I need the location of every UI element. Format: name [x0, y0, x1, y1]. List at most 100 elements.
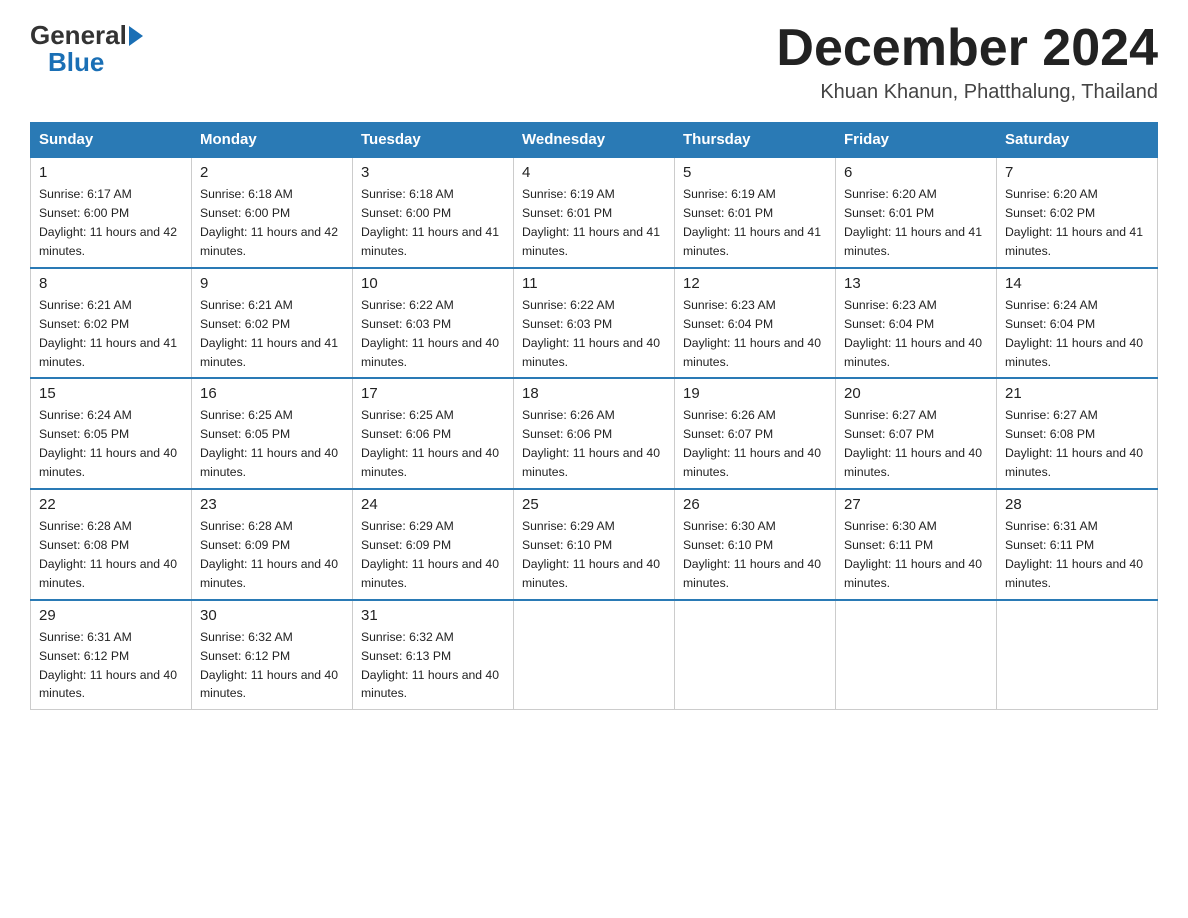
day-number: 4	[522, 164, 666, 181]
day-info: Sunrise: 6:31 AMSunset: 6:11 PMDaylight:…	[1005, 517, 1149, 593]
day-info: Sunrise: 6:25 AMSunset: 6:06 PMDaylight:…	[361, 406, 505, 482]
day-number: 9	[200, 275, 344, 292]
day-number: 15	[39, 385, 183, 402]
calendar-cell: 15 Sunrise: 6:24 AMSunset: 6:05 PMDayligh…	[31, 378, 192, 489]
day-info: Sunrise: 6:29 AMSunset: 6:09 PMDaylight:…	[361, 517, 505, 593]
calendar-cell: 16Sunrise: 6:25 AMSunset: 6:05 PMDayligh…	[192, 378, 353, 489]
day-number: 10	[361, 275, 505, 292]
day-info: Sunrise: 6:31 AMSunset: 6:12 PMDaylight:…	[39, 628, 183, 704]
day-info: Sunrise: 6:27 AMSunset: 6:08 PMDaylight:…	[1005, 406, 1149, 482]
day-info: Sunrise: 6:22 AMSunset: 6:03 PMDaylight:…	[361, 296, 505, 372]
day-info: Sunrise: 6:32 AMSunset: 6:12 PMDaylight:…	[200, 628, 344, 704]
day-info: Sunrise: 6:30 AMSunset: 6:11 PMDaylight:…	[844, 517, 988, 593]
day-number: 3	[361, 164, 505, 181]
calendar-cell: 22Sunrise: 6:28 AMSunset: 6:08 PMDayligh…	[31, 489, 192, 600]
calendar-cell: 10 Sunrise: 6:22 AMSunset: 6:03 PMDayligh…	[353, 268, 514, 379]
day-number: 2	[200, 164, 344, 181]
calendar-week-row: 15 Sunrise: 6:24 AMSunset: 6:05 PMDayligh…	[31, 378, 1158, 489]
calendar-cell: 24Sunrise: 6:29 AMSunset: 6:09 PMDayligh…	[353, 489, 514, 600]
calendar-header-tuesday: Tuesday	[353, 123, 514, 158]
calendar-cell	[675, 600, 836, 710]
day-info: Sunrise: 6:20 AMSunset: 6:01 PMDaylight:…	[844, 185, 988, 261]
day-info: Sunrise: 6:19 AMSunset: 6:01 PMDaylight:…	[683, 185, 827, 261]
day-info: Sunrise: 6:17 AMSunset: 6:00 PMDaylight:…	[39, 185, 183, 261]
day-info: Sunrise: 6:23 AMSunset: 6:04 PMDaylight:…	[844, 296, 988, 372]
calendar-header-friday: Friday	[836, 123, 997, 158]
day-info: Sunrise: 6:24 AMSunset: 6:04 PMDaylight:…	[1005, 296, 1149, 372]
day-number: 13	[844, 275, 988, 292]
day-info: Sunrise: 6:24 AMSunset: 6:05 PMDaylight:…	[39, 406, 183, 482]
logo: General Blue	[30, 20, 143, 78]
calendar-cell	[997, 600, 1158, 710]
calendar-header-sunday: Sunday	[31, 123, 192, 158]
calendar-table: SundayMondayTuesdayWednesdayThursdayFrid…	[30, 122, 1158, 710]
calendar-cell: 8 Sunrise: 6:21 AMSunset: 6:02 PMDaylight…	[31, 268, 192, 379]
calendar-cell: 12Sunrise: 6:23 AMSunset: 6:04 PMDayligh…	[675, 268, 836, 379]
month-title: December 2024	[776, 20, 1158, 77]
day-number: 28	[1005, 496, 1149, 513]
calendar-cell: 31Sunrise: 6:32 AMSunset: 6:13 PMDayligh…	[353, 600, 514, 710]
calendar-cell	[514, 600, 675, 710]
day-number: 20	[844, 385, 988, 402]
day-number: 14	[1005, 275, 1149, 292]
day-number: 23	[200, 496, 344, 513]
day-number: 30	[200, 607, 344, 624]
day-number: 25	[522, 496, 666, 513]
calendar-cell	[836, 600, 997, 710]
title-section: December 2024 Khuan Khanun, Phatthalung,…	[776, 20, 1158, 104]
calendar-week-row: 1Sunrise: 6:17 AMSunset: 6:00 PMDaylight…	[31, 157, 1158, 268]
calendar-cell: 23 Sunrise: 6:28 AMSunset: 6:09 PMDayligh…	[192, 489, 353, 600]
day-number: 6	[844, 164, 988, 181]
calendar-header-wednesday: Wednesday	[514, 123, 675, 158]
day-number: 7	[1005, 164, 1149, 181]
calendar-cell: 27 Sunrise: 6:30 AMSunset: 6:11 PMDayligh…	[836, 489, 997, 600]
calendar-cell: 26Sunrise: 6:30 AMSunset: 6:10 PMDayligh…	[675, 489, 836, 600]
calendar-cell: 30 Sunrise: 6:32 AMSunset: 6:12 PMDayligh…	[192, 600, 353, 710]
calendar-cell: 17 Sunrise: 6:25 AMSunset: 6:06 PMDayligh…	[353, 378, 514, 489]
day-number: 18	[522, 385, 666, 402]
day-number: 29	[39, 607, 183, 624]
day-number: 5	[683, 164, 827, 181]
location-subtitle: Khuan Khanun, Phatthalung, Thailand	[776, 81, 1158, 104]
day-info: Sunrise: 6:20 AMSunset: 6:02 PMDaylight:…	[1005, 185, 1149, 261]
calendar-header-row: SundayMondayTuesdayWednesdayThursdayFrid…	[31, 123, 1158, 158]
calendar-cell: 18Sunrise: 6:26 AMSunset: 6:06 PMDayligh…	[514, 378, 675, 489]
calendar-cell: 6 Sunrise: 6:20 AMSunset: 6:01 PMDaylight…	[836, 157, 997, 268]
day-info: Sunrise: 6:21 AMSunset: 6:02 PMDaylight:…	[200, 296, 344, 372]
day-number: 19	[683, 385, 827, 402]
calendar-cell: 28 Sunrise: 6:31 AMSunset: 6:11 PMDayligh…	[997, 489, 1158, 600]
day-info: Sunrise: 6:18 AMSunset: 6:00 PMDaylight:…	[361, 185, 505, 261]
day-number: 27	[844, 496, 988, 513]
calendar-cell: 1Sunrise: 6:17 AMSunset: 6:00 PMDaylight…	[31, 157, 192, 268]
day-info: Sunrise: 6:18 AMSunset: 6:00 PMDaylight:…	[200, 185, 344, 261]
calendar-cell: 20 Sunrise: 6:27 AMSunset: 6:07 PMDayligh…	[836, 378, 997, 489]
calendar-cell: 3 Sunrise: 6:18 AMSunset: 6:00 PMDaylight…	[353, 157, 514, 268]
calendar-cell: 21 Sunrise: 6:27 AMSunset: 6:08 PMDayligh…	[997, 378, 1158, 489]
day-number: 17	[361, 385, 505, 402]
calendar-header-monday: Monday	[192, 123, 353, 158]
logo-blue-text: Blue	[48, 47, 104, 78]
calendar-cell: 29 Sunrise: 6:31 AMSunset: 6:12 PMDayligh…	[31, 600, 192, 710]
day-number: 8	[39, 275, 183, 292]
calendar-cell: 2 Sunrise: 6:18 AMSunset: 6:00 PMDaylight…	[192, 157, 353, 268]
day-number: 16	[200, 385, 344, 402]
day-info: Sunrise: 6:21 AMSunset: 6:02 PMDaylight:…	[39, 296, 183, 372]
day-info: Sunrise: 6:28 AMSunset: 6:08 PMDaylight:…	[39, 517, 183, 593]
calendar-cell: 13 Sunrise: 6:23 AMSunset: 6:04 PMDayligh…	[836, 268, 997, 379]
day-info: Sunrise: 6:28 AMSunset: 6:09 PMDaylight:…	[200, 517, 344, 593]
calendar-cell: 4 Sunrise: 6:19 AMSunset: 6:01 PMDaylight…	[514, 157, 675, 268]
day-info: Sunrise: 6:26 AMSunset: 6:07 PMDaylight:…	[683, 406, 827, 482]
day-number: 26	[683, 496, 827, 513]
day-number: 31	[361, 607, 505, 624]
calendar-cell: 11Sunrise: 6:22 AMSunset: 6:03 PMDayligh…	[514, 268, 675, 379]
day-info: Sunrise: 6:27 AMSunset: 6:07 PMDaylight:…	[844, 406, 988, 482]
day-info: Sunrise: 6:22 AMSunset: 6:03 PMDaylight:…	[522, 296, 666, 372]
day-info: Sunrise: 6:19 AMSunset: 6:01 PMDaylight:…	[522, 185, 666, 261]
day-info: Sunrise: 6:23 AMSunset: 6:04 PMDaylight:…	[683, 296, 827, 372]
page-header: General Blue December 2024 Khuan Khanun,…	[30, 20, 1158, 104]
calendar-header-saturday: Saturday	[997, 123, 1158, 158]
day-number: 21	[1005, 385, 1149, 402]
calendar-cell: 19 Sunrise: 6:26 AMSunset: 6:07 PMDayligh…	[675, 378, 836, 489]
calendar-cell: 5 Sunrise: 6:19 AMSunset: 6:01 PMDaylight…	[675, 157, 836, 268]
calendar-cell: 7 Sunrise: 6:20 AMSunset: 6:02 PMDaylight…	[997, 157, 1158, 268]
